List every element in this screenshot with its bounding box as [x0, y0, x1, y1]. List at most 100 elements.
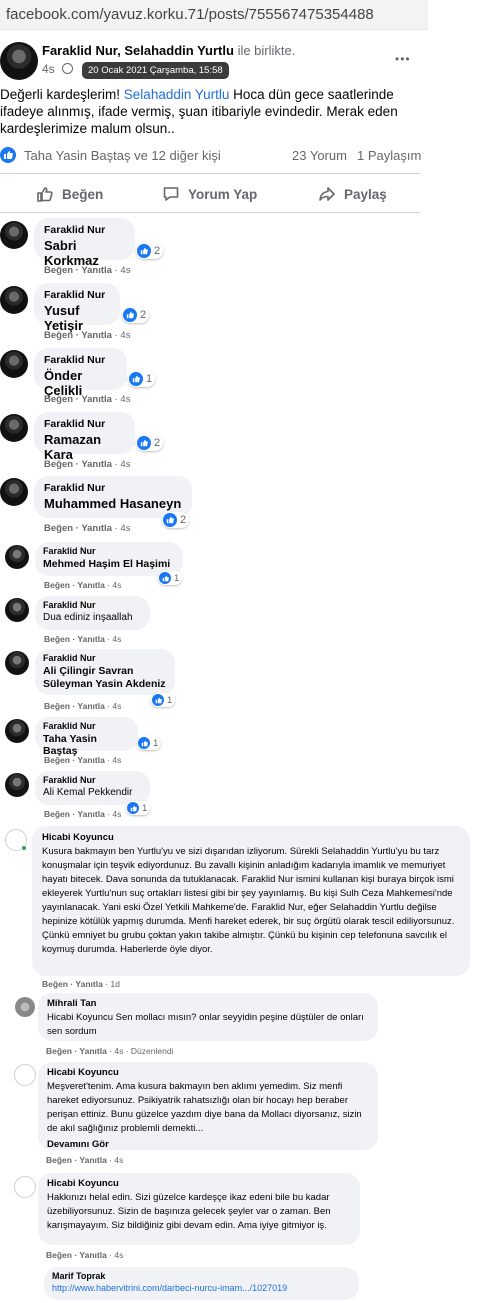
post-mention-link[interactable]: Selahaddin Yurtlu	[124, 87, 230, 102]
comment-like-link[interactable]: Beğen	[44, 394, 73, 405]
comment-reply-link[interactable]: Yanıtla	[75, 979, 102, 989]
comment-author[interactable]: Faraklid Nur	[43, 653, 167, 663]
comment-reaction[interactable]: 2	[136, 435, 164, 451]
comment-reply-link[interactable]: Yanıtla	[81, 523, 112, 534]
address-bar[interactable]: facebook.com/yavuz.korku.71/posts/755567…	[0, 0, 428, 30]
avatar[interactable]	[5, 773, 29, 797]
comment-reply-link[interactable]: Yanıtla	[77, 701, 104, 711]
comment-time[interactable]: 4s	[112, 809, 121, 819]
shares-count[interactable]: 1 Paylaşım	[357, 148, 421, 163]
see-more-link[interactable]: Devamını Gör	[47, 1138, 369, 1152]
comment-text[interactable]: Süleyman Yasin Akdeniz	[43, 678, 167, 690]
like-button[interactable]: Beğen	[36, 185, 103, 203]
share-button[interactable]: Paylaş	[318, 185, 387, 203]
comment-author[interactable]: Faraklid Nur	[43, 721, 130, 731]
comment-reply-link[interactable]: Yanıtla	[79, 1155, 106, 1165]
comment-reply-link[interactable]: Yanıtla	[79, 1250, 106, 1260]
comment-text[interactable]: Taha Yasin Baştaş	[43, 733, 130, 757]
edited-label[interactable]: Düzenlendi	[131, 1046, 174, 1056]
avatar[interactable]	[5, 545, 29, 569]
comment-reaction[interactable]: 1	[128, 371, 156, 387]
comment-like-link[interactable]: Beğen	[44, 701, 70, 711]
comment-author[interactable]: Hicabi Koyuncu	[42, 832, 460, 843]
comment-author[interactable]: Faraklid Nur	[43, 775, 142, 785]
comment-like-link[interactable]: Beğen	[44, 755, 70, 765]
avatar[interactable]	[5, 719, 29, 743]
comment-author[interactable]: Faraklid Nur	[44, 418, 125, 430]
comment-like-link[interactable]: Beğen	[46, 1046, 72, 1056]
comment-reaction[interactable]: 2	[162, 512, 190, 528]
comment-time[interactable]: 4s	[120, 394, 130, 405]
comment-reaction[interactable]: 2	[122, 307, 150, 323]
comment-time[interactable]: 4s	[120, 459, 130, 470]
comment-author[interactable]: Hicabi Koyuncu	[47, 1178, 351, 1189]
comment-text[interactable]: Dua ediniz inşaallah	[43, 612, 142, 623]
reactors-text[interactable]: Taha Yasin Baştaş ve 12 diğer kişi	[24, 148, 221, 163]
avatar[interactable]	[15, 997, 35, 1017]
comment-time[interactable]: 1d	[110, 979, 119, 989]
comments-count[interactable]: 23 Yorum	[292, 148, 347, 163]
comment-like-link[interactable]: Beğen	[44, 523, 73, 534]
post-author-name[interactable]: Faraklid Nur	[42, 43, 117, 58]
comment-text[interactable]: Ali Çilingir Savran	[43, 665, 167, 677]
comment-like-link[interactable]: Beğen	[46, 1155, 72, 1165]
comment-reply-link[interactable]: Yanıtla	[81, 330, 112, 341]
comment-reply-link[interactable]: Yanıtla	[81, 394, 112, 405]
comment-text[interactable]: Ramazan Kara	[44, 432, 125, 462]
comment-reply-link[interactable]: Yanıtla	[81, 265, 112, 276]
post-time[interactable]: 4s	[42, 62, 55, 76]
more-options-icon[interactable]: •••	[395, 52, 411, 66]
comment-author[interactable]: Faraklid Nur	[43, 546, 175, 556]
comment-time[interactable]: 4s	[120, 330, 130, 341]
avatar[interactable]	[0, 286, 28, 314]
comment-like-link[interactable]: Beğen	[44, 330, 73, 341]
comment-like-link[interactable]: Beğen	[44, 809, 70, 819]
comment-time[interactable]: 4s	[114, 1046, 123, 1056]
comment-author[interactable]: Mihrali Tan	[47, 998, 369, 1009]
comment-author[interactable]: Faraklid Nur	[44, 482, 182, 494]
comment-time[interactable]: 4s	[120, 523, 130, 534]
comment-like-link[interactable]: Beğen	[44, 634, 70, 644]
post-author-avatar[interactable]	[0, 42, 38, 80]
comment-author[interactable]: Hicabi Koyuncu	[47, 1067, 369, 1078]
comment-reply-link[interactable]: Yanıtla	[77, 755, 104, 765]
avatar[interactable]	[5, 651, 29, 675]
avatar[interactable]	[0, 414, 28, 442]
comment-reaction[interactable]: 1	[158, 571, 183, 585]
avatar[interactable]	[0, 478, 28, 506]
comment-reply-link[interactable]: Yanıtla	[77, 634, 104, 644]
comment-like-link[interactable]: Beğen	[44, 265, 73, 276]
comment-like-link[interactable]: Beğen	[44, 459, 73, 470]
comment-time[interactable]: 4s	[114, 1155, 123, 1165]
comment-author[interactable]: Faraklid Nur	[44, 354, 117, 366]
comment-reply-link[interactable]: Yanıtla	[77, 809, 104, 819]
comment-text[interactable]: Mehmed Haşim El Haşimi	[43, 558, 175, 570]
comment-time[interactable]: 4s	[112, 755, 121, 765]
comment-button[interactable]: Yorum Yap	[162, 185, 257, 203]
comment-time[interactable]: 4s	[114, 1250, 123, 1260]
comment-reply-link[interactable]: Yanıtla	[79, 1046, 106, 1056]
comment-reaction[interactable]: 1	[137, 736, 162, 750]
comment-text[interactable]: Yusuf Yetişir	[44, 303, 110, 333]
comment-reaction[interactable]: 2	[136, 243, 164, 259]
avatar[interactable]	[0, 350, 28, 378]
comment-reply-link[interactable]: Yanıtla	[77, 580, 104, 590]
comment-time[interactable]: 4s	[112, 701, 121, 711]
avatar[interactable]	[14, 1064, 36, 1086]
comment-like-link[interactable]: Beğen	[42, 979, 68, 989]
comment-text[interactable]: Ali Kemal Pekkendir	[43, 787, 142, 798]
comment-time[interactable]: 4s	[120, 265, 130, 276]
comment-author[interactable]: Faraklid Nur	[44, 224, 125, 236]
comment-author[interactable]: Faraklid Nur	[43, 600, 142, 610]
comment-time[interactable]: 4s	[112, 580, 121, 590]
comment-link[interactable]: http://www.habervitrini.com/darbeci-nurc…	[52, 1283, 351, 1293]
avatar[interactable]	[14, 1176, 36, 1198]
comment-reply-link[interactable]: Yanıtla	[81, 459, 112, 470]
comment-like-link[interactable]: Beğen	[44, 580, 70, 590]
avatar[interactable]	[0, 221, 28, 249]
comment-time[interactable]: 4s	[112, 634, 121, 644]
comment-author[interactable]: Faraklid Nur	[44, 289, 110, 301]
post-with-name[interactable]: Selahaddin Yurtlu	[124, 43, 234, 58]
comment-text[interactable]: Muhammed Hasaneyn	[44, 496, 182, 511]
avatar[interactable]	[5, 598, 29, 622]
